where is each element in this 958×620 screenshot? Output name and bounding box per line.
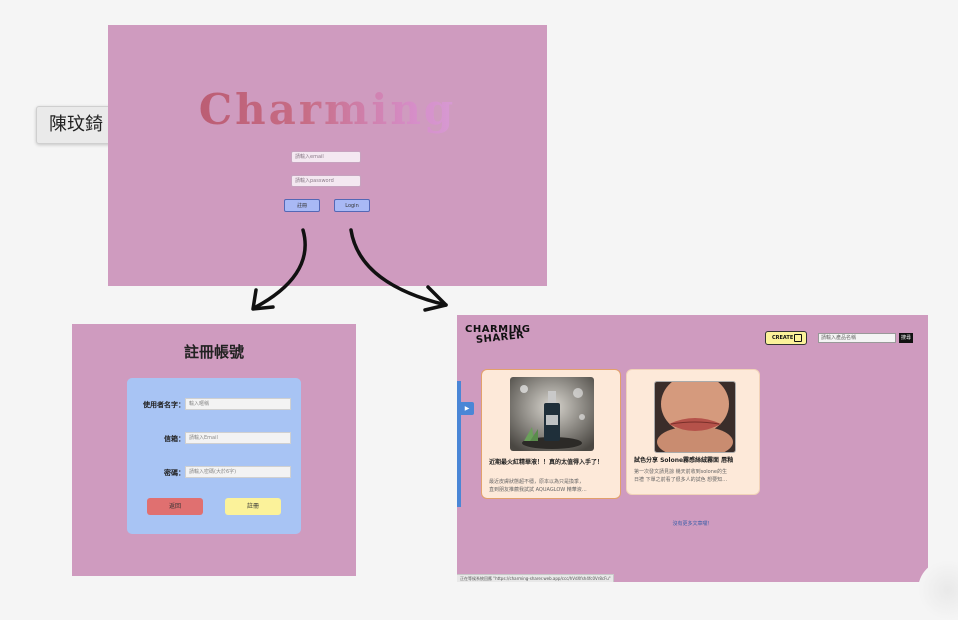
post-image-lip — [654, 381, 736, 453]
post-card[interactable]: 試色分享 Solone霧感絲絨霧面 唇釉 第一次發文請見諒 幾天前收到solon… — [626, 369, 760, 495]
lip-swatch-image — [655, 382, 735, 452]
search-input[interactable]: 請輸入產品名稱 — [818, 333, 896, 343]
edit-icon — [794, 334, 802, 342]
side-panel-toggle[interactable]: ▶ — [460, 402, 474, 415]
register-frame: 註冊帳號 使用者名字： 輸入暱稱 信箱： 請輸入Email 密碼： 請輸入密碼(… — [72, 324, 356, 576]
search-button[interactable]: 搜尋 — [899, 333, 913, 343]
username-input[interactable]: 輸入暱稱 — [185, 398, 291, 410]
create-button-label: CREATE — [772, 335, 794, 341]
app-home-frame: CHARMING SHARER CREATE 請輸入產品名稱 搜尋 ▶ 近期最火… — [457, 315, 928, 582]
post-card[interactable]: 近期最火紅精華液！！真的太值得入手了！ 最近皮膚狀態超不穩，原本以為只是換季， … — [481, 369, 621, 499]
arrow-to-app — [349, 228, 448, 307]
email-label: 信箱： — [164, 435, 185, 443]
post-excerpt-line1: 最近皮膚狀態超不穩，原本以為只是換季， — [489, 479, 585, 485]
side-panel-edge — [457, 381, 461, 507]
post-excerpt-line2: 直到朋友推薦我試試 AQUAGLOW 精華液… — [489, 487, 587, 493]
register-title: 註冊帳號 — [183, 343, 244, 361]
register-password-input[interactable]: 請輸入密碼(大於6字) — [185, 466, 291, 478]
serum-bottle-image — [510, 377, 594, 451]
username-label: 使用者名字： — [143, 401, 185, 409]
post-title: 試色分享 Solone霧感絲絨霧面 唇釉 — [634, 457, 734, 464]
submit-register-button[interactable]: 註冊 — [225, 498, 281, 515]
browser-status-bar: 正在等候系統回應 "https://charming-sharer.web.ap… — [457, 574, 614, 582]
post-excerpt-line2: 日禮 下單之前看了很多人的試色 想要知… — [634, 477, 728, 483]
password-label: 密碼： — [164, 469, 185, 477]
no-more-posts-text: 沒有更多文章囉！ — [672, 521, 713, 527]
register-card: 使用者名字： 輸入暱稱 信箱： 請輸入Email 密碼： 請輸入密碼(大於6字)… — [127, 378, 301, 534]
post-excerpt-line1: 第一次發文請見諒 幾天前收到solone的生 — [634, 469, 727, 475]
back-button[interactable]: 返回 — [147, 498, 203, 515]
create-post-button[interactable]: CREATE — [765, 331, 807, 345]
arrow-to-register — [252, 228, 307, 310]
post-image-serum — [510, 377, 594, 451]
register-email-input[interactable]: 請輸入Email — [185, 432, 291, 444]
post-title: 近期最火紅精華液！！真的太值得入手了！ — [489, 459, 604, 466]
